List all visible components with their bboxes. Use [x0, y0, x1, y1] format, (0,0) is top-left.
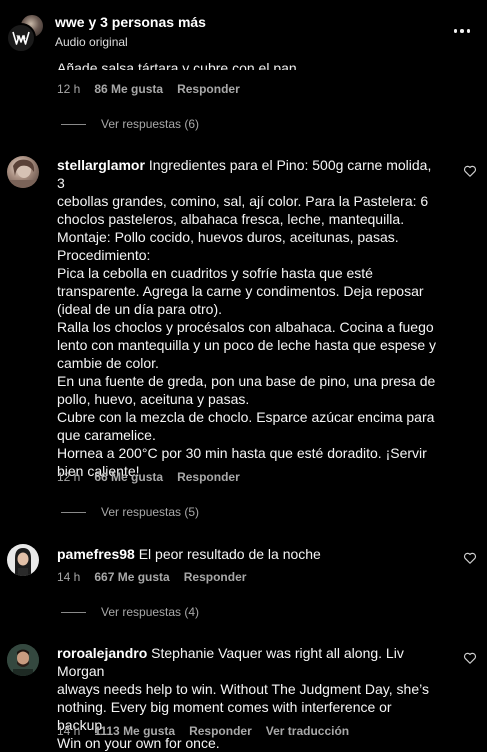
- comment-time: 12 h: [57, 82, 81, 96]
- comment-time: 14 h: [57, 570, 81, 584]
- comment-text: Montaje: Pollo cocido, huevos duros, ace…: [57, 229, 399, 245]
- comment-username[interactable]: stellarglamor: [57, 157, 145, 173]
- view-replies-button[interactable]: Ver respuestas (4): [61, 605, 199, 619]
- comment-meta: 14 h 667 Me gusta Responder: [57, 570, 246, 584]
- comment-text: pollo, huevo, aceituna y pasas.: [57, 391, 250, 407]
- reply-button[interactable]: Responder: [189, 724, 252, 738]
- comment-username[interactable]: roroalejandro: [57, 645, 147, 661]
- header-title[interactable]: wwe y 3 personas más: [55, 14, 206, 30]
- comment-meta: 14 h 1113 Me gusta Responder Ver traducción: [57, 724, 349, 738]
- translate-button[interactable]: Ver traducción: [266, 724, 349, 738]
- comment-text: Procedimiento:: [57, 247, 151, 263]
- likes-count[interactable]: 667 Me gusta: [94, 570, 169, 584]
- comment-text: transparente. Agrega la carne y condimen…: [57, 283, 424, 299]
- comment-text: Cubre con la mezcla de choclo. Esparce a…: [57, 409, 435, 425]
- more-horizontal-icon[interactable]: [448, 22, 476, 40]
- comment-text: Ralla los choclos y procésalos con albah…: [57, 319, 434, 335]
- reply-button[interactable]: Responder: [177, 82, 240, 96]
- heart-outline-icon[interactable]: [463, 551, 477, 565]
- comment-meta: 12 h 86 Me gusta Responder: [57, 82, 240, 96]
- likes-count[interactable]: 86 Me gusta: [94, 82, 163, 96]
- comment-text: que caramelice.: [57, 427, 156, 443]
- comment-body: pamefres98 El peor resultado de la noche: [57, 545, 437, 563]
- divider-line: [61, 511, 86, 513]
- comment-text: cebollas grandes, comino, sal, ají color…: [57, 193, 429, 209]
- group-avatar[interactable]: [6, 13, 45, 53]
- comment-text: (ideal de un día para otro).: [57, 301, 222, 317]
- view-replies-button[interactable]: Ver respuestas (5): [61, 505, 199, 519]
- comment-text: Pica la cebolla en cuadritos y sofríe ha…: [57, 265, 373, 281]
- likes-count[interactable]: 1113 Me gusta: [94, 724, 175, 738]
- wwe-logo-icon: [6, 23, 36, 53]
- view-replies-button[interactable]: Ver respuestas (6): [61, 117, 199, 131]
- audio-label[interactable]: Audio original: [55, 35, 128, 49]
- comment-meta: 12 h 66 Me gusta Responder: [57, 470, 240, 484]
- divider-line: [61, 123, 86, 125]
- comment-body: stellarglamor Ingredientes para el Pino:…: [57, 156, 437, 480]
- comment-text: choclos pasteleros, albahaca fresca, lec…: [57, 211, 405, 227]
- reel-header: wwe y 3 personas más Audio original: [0, 0, 487, 62]
- reply-button[interactable]: Responder: [184, 570, 247, 584]
- likes-count[interactable]: 66 Me gusta: [94, 470, 163, 484]
- comment-text: always needs help to win. Without The Ju…: [57, 681, 429, 697]
- comment-text: En una fuente de greda, pon una base de …: [57, 373, 436, 389]
- avatar[interactable]: [7, 644, 39, 676]
- heart-outline-icon[interactable]: [463, 164, 477, 178]
- comment-text: lento con mantequilla y un poco de leche…: [57, 337, 437, 353]
- comment-username[interactable]: pamefres98: [57, 546, 135, 562]
- comment-text: cambie de color.: [57, 355, 159, 371]
- reply-button[interactable]: Responder: [177, 470, 240, 484]
- divider-line: [61, 611, 86, 613]
- comment-text: Hornea a 200°C por 30 min hasta que esté…: [57, 445, 427, 461]
- heart-outline-icon[interactable]: [463, 651, 477, 665]
- avatar[interactable]: [7, 156, 39, 188]
- comment-time: 14 h: [57, 724, 81, 738]
- avatar[interactable]: [7, 544, 39, 576]
- comment-text: El peor resultado de la noche: [138, 546, 321, 562]
- comment-time: 12 h: [57, 470, 81, 484]
